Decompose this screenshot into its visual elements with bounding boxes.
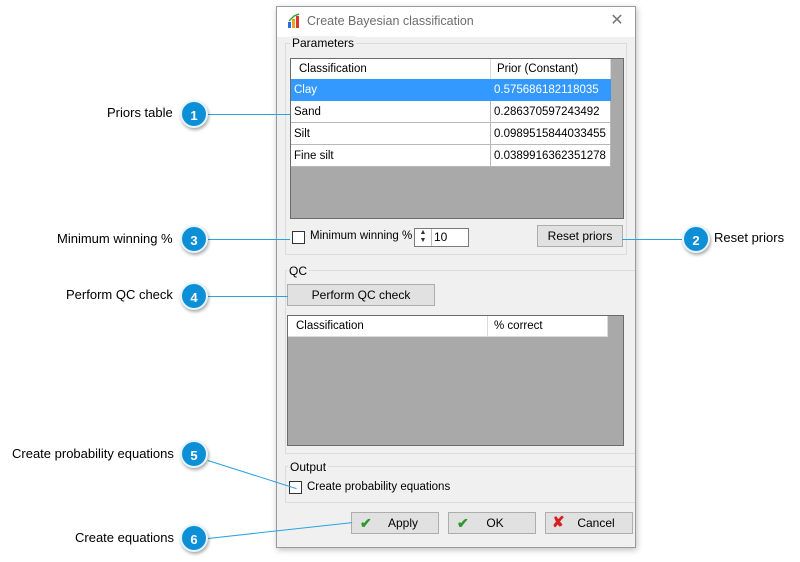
reset-priors-label: Reset priors — [547, 229, 613, 243]
ok-label: OK — [486, 516, 504, 530]
cancel-label: Cancel — [577, 516, 615, 530]
priors-table-header: Classification Prior (Constant) — [291, 59, 611, 80]
ok-button[interactable]: ✔ OK — [448, 512, 536, 534]
column-header-classification[interactable]: Classification — [288, 316, 488, 336]
apply-label: Apply — [387, 516, 419, 530]
classification-cell: Silt — [291, 123, 491, 145]
min-winning-value[interactable]: 10 — [434, 230, 447, 244]
table-row[interactable]: Sand 0.286370597243492 — [291, 101, 611, 123]
min-winning-checkbox[interactable] — [292, 231, 305, 244]
priors-table[interactable]: Classification Prior (Constant) Clay 0.5… — [290, 58, 624, 219]
callout-text-priors-table: Priors table — [107, 105, 173, 120]
table-row[interactable]: Silt 0.0989515844033455 — [291, 123, 611, 145]
table-row[interactable]: Fine silt 0.0389916362351278 — [291, 145, 611, 167]
qc-table[interactable]: Classification % correct — [287, 315, 624, 446]
prior-cell[interactable]: 0.575686182118035 — [491, 79, 611, 101]
perform-qc-button[interactable]: Perform QC check — [287, 284, 435, 306]
classification-cell: Clay — [291, 79, 491, 101]
prior-cell[interactable]: 0.286370597243492 — [491, 101, 611, 123]
callout-text-perform-qc: Perform QC check — [66, 287, 173, 302]
spinner-buttons[interactable]: ▲ ▼ — [415, 229, 432, 246]
qc-table-header: Classification % correct — [288, 316, 608, 337]
column-header-percent-correct[interactable]: % correct — [488, 316, 608, 336]
min-winning-spinner[interactable]: ▲ ▼ 10 — [414, 228, 469, 247]
checkmark-icon: ✔ — [457, 515, 469, 531]
callout-badge-2: 2 — [682, 225, 710, 253]
callout-badge-6: 6 — [180, 524, 208, 552]
callout-line-4 — [208, 296, 288, 297]
cancel-button[interactable]: ✘ Cancel — [545, 512, 633, 534]
close-icon[interactable]: ✕ — [607, 11, 627, 31]
dialog-title: Create Bayesian classification — [307, 14, 474, 28]
classification-cell: Fine silt — [291, 145, 491, 167]
callout-badge-4: 4 — [180, 282, 208, 310]
callout-text-create-prob: Create probability equations — [12, 446, 174, 461]
apply-button[interactable]: ✔ Apply — [351, 512, 439, 534]
perform-qc-label: Perform QC check — [311, 288, 411, 302]
classification-cell: Sand — [291, 101, 491, 123]
qc-label: QC — [287, 264, 309, 278]
create-probability-label: Create probability equations — [307, 481, 451, 493]
callout-line-1 — [208, 114, 290, 115]
output-label: Output — [288, 460, 329, 474]
callout-text-min-winning: Minimum winning % — [57, 231, 173, 246]
callout-badge-1: 1 — [180, 100, 208, 128]
prior-cell[interactable]: 0.0989515844033455 — [491, 123, 611, 145]
callout-text-reset-priors: Reset priors — [714, 230, 785, 245]
callout-badge-5: 5 — [180, 440, 208, 468]
callout-line-3 — [208, 239, 290, 240]
column-header-prior[interactable]: Prior (Constant) — [491, 59, 611, 79]
cancel-x-icon: ✘ — [552, 514, 565, 531]
callout-text-create-equations: Create equations — [75, 530, 175, 545]
table-row[interactable]: Clay 0.575686182118035 — [291, 79, 611, 101]
column-header-classification[interactable]: Classification — [291, 59, 491, 79]
checkmark-icon: ✔ — [360, 515, 372, 531]
bayesian-dialog: Create Bayesian classification ✕ Paramet… — [276, 6, 636, 548]
title-bar: Create Bayesian classification ✕ — [277, 7, 635, 37]
parameters-label: Parameters — [290, 36, 357, 50]
app-icon — [288, 13, 300, 28]
callout-badge-3: 3 — [180, 225, 208, 253]
min-winning-label: Minimum winning % — [310, 230, 413, 242]
callout-line-2 — [622, 239, 682, 240]
reset-priors-button[interactable]: Reset priors — [537, 225, 623, 247]
prior-cell[interactable]: 0.0389916362351278 — [491, 145, 611, 167]
